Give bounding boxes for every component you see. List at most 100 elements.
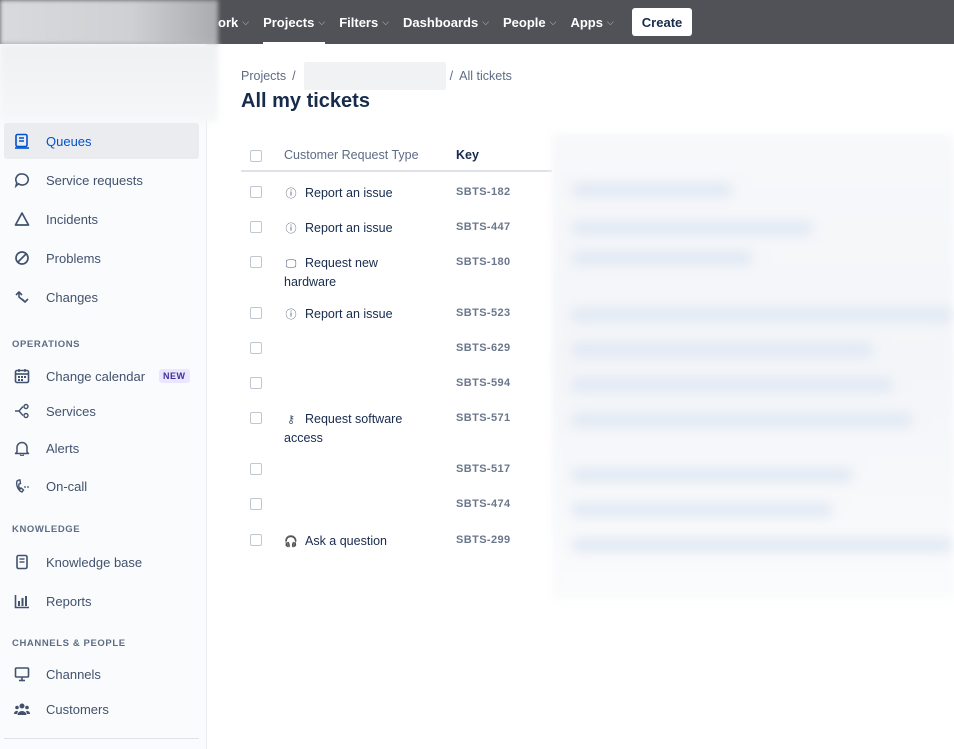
nav-dashboards[interactable]: Dashboards ⌵	[403, 0, 489, 44]
breadcrumb-separator: /	[292, 69, 296, 83]
changes-icon	[12, 287, 32, 307]
redacted-text	[572, 252, 752, 264]
row-checkbox[interactable]	[250, 221, 262, 233]
sidebar-item-label: Problems	[46, 250, 101, 266]
ticket-key[interactable]: SBTS-629	[456, 342, 511, 354]
nav-apps-label: Apps	[570, 14, 603, 30]
column-header-key[interactable]: Key	[456, 148, 479, 162]
sidebar-item-label: Services	[46, 403, 96, 419]
sidebar-item-channels[interactable]: Channels	[4, 656, 199, 692]
sidebar-item-label: Service requests	[46, 172, 143, 188]
sidebar-item-incidents[interactable]: Incidents	[4, 201, 199, 237]
chevron-down-icon: ⌵	[482, 16, 490, 27]
chevron-down-icon: ⌵	[318, 16, 326, 27]
sidebar-item-changes[interactable]: Changes	[4, 279, 199, 315]
nav-apps[interactable]: Apps ⌵	[570, 0, 613, 44]
sidebar-item-label: Reports	[46, 593, 92, 609]
sidebar-item-label: Changes	[46, 289, 99, 305]
top-nav: ork ⌵ Projects ⌵ Filters ⌵ Dashboards ⌵ Peop…	[218, 0, 693, 44]
sidebar-item-queues[interactable]: Queues	[4, 123, 199, 159]
row-checkbox[interactable]	[250, 186, 262, 198]
row-checkbox[interactable]	[250, 463, 262, 475]
row-checkbox[interactable]	[250, 498, 262, 510]
row-checkbox[interactable]	[250, 377, 262, 389]
breadcrumb: Projects / / All tickets	[241, 62, 512, 90]
sidebar-item-change-calendar[interactable]: Change calendar NEW	[4, 358, 199, 394]
section-heading-channels-people: CHANNELS & PEOPLE	[12, 638, 126, 649]
ticket-key[interactable]: SBTS-180	[456, 256, 511, 268]
row-checkbox[interactable]	[250, 342, 262, 354]
prohibited-icon	[12, 248, 32, 268]
breadcrumb-separator: /	[449, 69, 454, 83]
column-header-request-type[interactable]: Customer Request Type	[284, 148, 419, 162]
row-checkbox[interactable]	[250, 412, 262, 424]
ticket-key[interactable]: SBTS-571	[456, 412, 511, 424]
ticket-key[interactable]: SBTS-182	[456, 186, 511, 198]
new-badge: NEW	[159, 369, 190, 383]
chevron-down-icon: ⌵	[242, 16, 250, 27]
select-all-checkbox[interactable]	[250, 150, 262, 162]
request-type-text: Report an issue	[305, 221, 393, 235]
redacted-text	[572, 379, 892, 391]
bell-icon	[12, 438, 32, 458]
redacted-project-header	[0, 44, 218, 122]
key-icon: ⚷	[286, 414, 296, 426]
top-navigation-bar: ork ⌵ Projects ⌵ Filters ⌵ Dashboards ⌵ Peop…	[0, 0, 954, 44]
phone-icon	[12, 476, 32, 496]
create-button[interactable]: Create	[631, 8, 693, 36]
ticket-key[interactable]: SBTS-523	[456, 307, 511, 319]
ticket-key[interactable]: SBTS-517	[456, 463, 511, 475]
sidebar-item-on-call[interactable]: On-call	[4, 468, 199, 504]
ticket-key[interactable]: SBTS-299	[456, 534, 511, 546]
request-type-text: Report an issue	[305, 307, 393, 321]
nav-dashboards-label: Dashboards	[403, 14, 479, 30]
sidebar-item-problems[interactable]: Problems	[4, 240, 199, 276]
request-type-text: Request software access	[284, 412, 403, 445]
row-checkbox[interactable]	[250, 534, 262, 546]
row-checkbox[interactable]	[250, 256, 262, 268]
redacted-project-name[interactable]	[303, 62, 446, 90]
table-header-row: Customer Request Type Key	[241, 140, 552, 172]
breadcrumb-all-tickets-link[interactable]: All tickets	[459, 69, 512, 83]
sidebar-item-reports[interactable]: Reports	[4, 583, 199, 619]
alert-circle-icon: ⓘ	[285, 188, 297, 200]
request-type-text: Request new hardware	[284, 256, 378, 289]
redacted-text	[572, 184, 732, 196]
alert-circle-icon: ⓘ	[285, 223, 297, 235]
redacted-logo-area	[0, 0, 218, 44]
redacted-text	[572, 309, 952, 321]
sidebar-item-knowledge-base[interactable]: Knowledge base	[4, 544, 199, 580]
nav-projects-label: Projects	[263, 14, 315, 30]
sidebar-item-label: Channels	[46, 666, 101, 682]
request-type-text: Ask a question	[305, 534, 387, 548]
section-heading-knowledge: KNOWLEDGE	[12, 524, 81, 535]
bar-chart-icon	[12, 591, 32, 611]
section-heading-operations: OPERATIONS	[12, 339, 81, 350]
sidebar-item-customers[interactable]: Customers	[4, 691, 199, 727]
request-type-text: Report an issue	[305, 186, 393, 200]
nav-work[interactable]: ork ⌵	[218, 0, 249, 44]
ticket-key[interactable]: SBTS-594	[456, 377, 511, 389]
redacted-text	[572, 222, 812, 234]
queues-icon	[12, 131, 32, 151]
monitor-icon	[12, 664, 32, 684]
ticket-key[interactable]: SBTS-447	[456, 221, 511, 233]
nav-work-label: ork	[218, 14, 239, 30]
redacted-text	[572, 344, 872, 356]
nav-projects[interactable]: Projects ⌵	[263, 0, 326, 44]
sidebar-item-alerts[interactable]: Alerts	[4, 430, 199, 466]
row-checkbox[interactable]	[250, 307, 262, 319]
sidebar-item-label: Incidents	[46, 211, 99, 227]
breadcrumb-projects-link[interactable]: Projects	[241, 69, 286, 83]
chevron-down-icon: ⌵	[549, 16, 557, 27]
ticket-key[interactable]: SBTS-474	[456, 498, 511, 510]
nav-filters[interactable]: Filters ⌵	[339, 0, 389, 44]
alert-circle-icon: ⓘ	[285, 309, 297, 321]
nav-filters-label: Filters	[339, 14, 379, 30]
sidebar-item-label: Change calendar	[46, 368, 146, 384]
nav-people[interactable]: People ⌵	[503, 0, 556, 44]
headset-icon: 🎧	[284, 536, 298, 548]
redacted-text	[572, 539, 952, 551]
sidebar-item-service-requests[interactable]: Service requests	[4, 162, 199, 198]
sidebar-item-services[interactable]: Services	[4, 393, 199, 429]
